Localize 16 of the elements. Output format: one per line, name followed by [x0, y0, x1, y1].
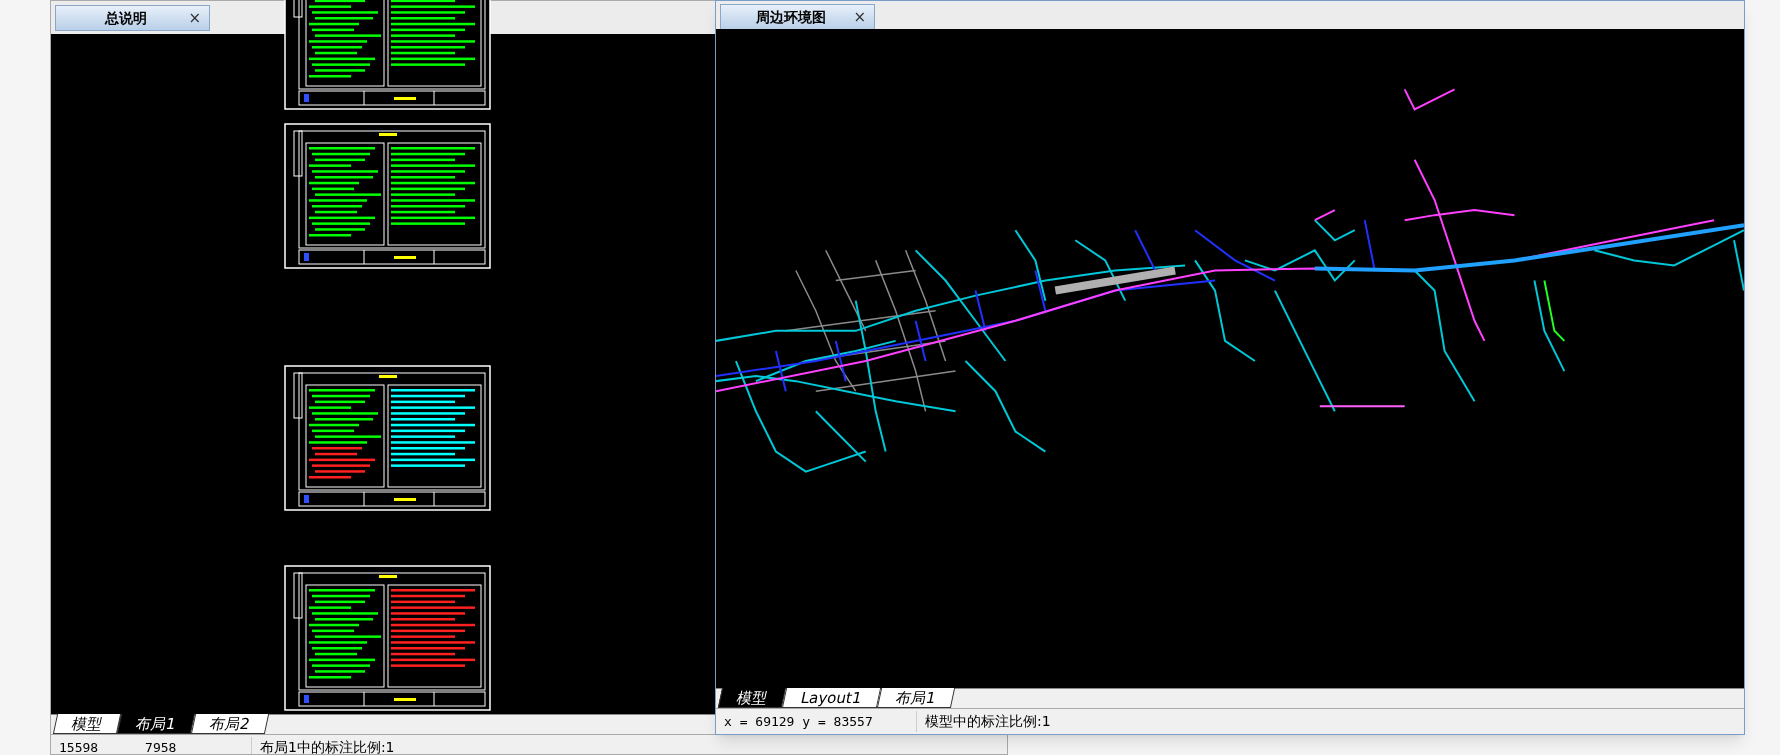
annotation-scale-text: 布局1中的标注比例:1	[251, 737, 395, 754]
layout-tab[interactable]: 布局1	[876, 688, 955, 708]
tab-title: 总说明	[103, 8, 149, 28]
layout-tab[interactable]: 布局1	[116, 714, 195, 734]
cursor-coordinates: x = 69129 y = 83557	[723, 712, 874, 731]
layout-tab[interactable]: 模型	[717, 688, 787, 708]
document-tab[interactable]: 周边环境图 ×	[720, 4, 875, 30]
cursor-coordinates: 15598 7958	[58, 738, 178, 754]
close-icon[interactable]: ×	[188, 6, 201, 30]
layout-tab[interactable]: Layout1	[781, 688, 881, 708]
layout-tab[interactable]: 布局2	[190, 714, 269, 734]
document-tab[interactable]: 总说明 ×	[55, 5, 210, 31]
layout-tab[interactable]: 模型	[52, 714, 122, 734]
tab-title: 周边环境图	[755, 7, 828, 27]
close-icon[interactable]: ×	[853, 5, 866, 29]
annotation-scale-text: 模型中的标注比例:1	[916, 711, 1051, 732]
